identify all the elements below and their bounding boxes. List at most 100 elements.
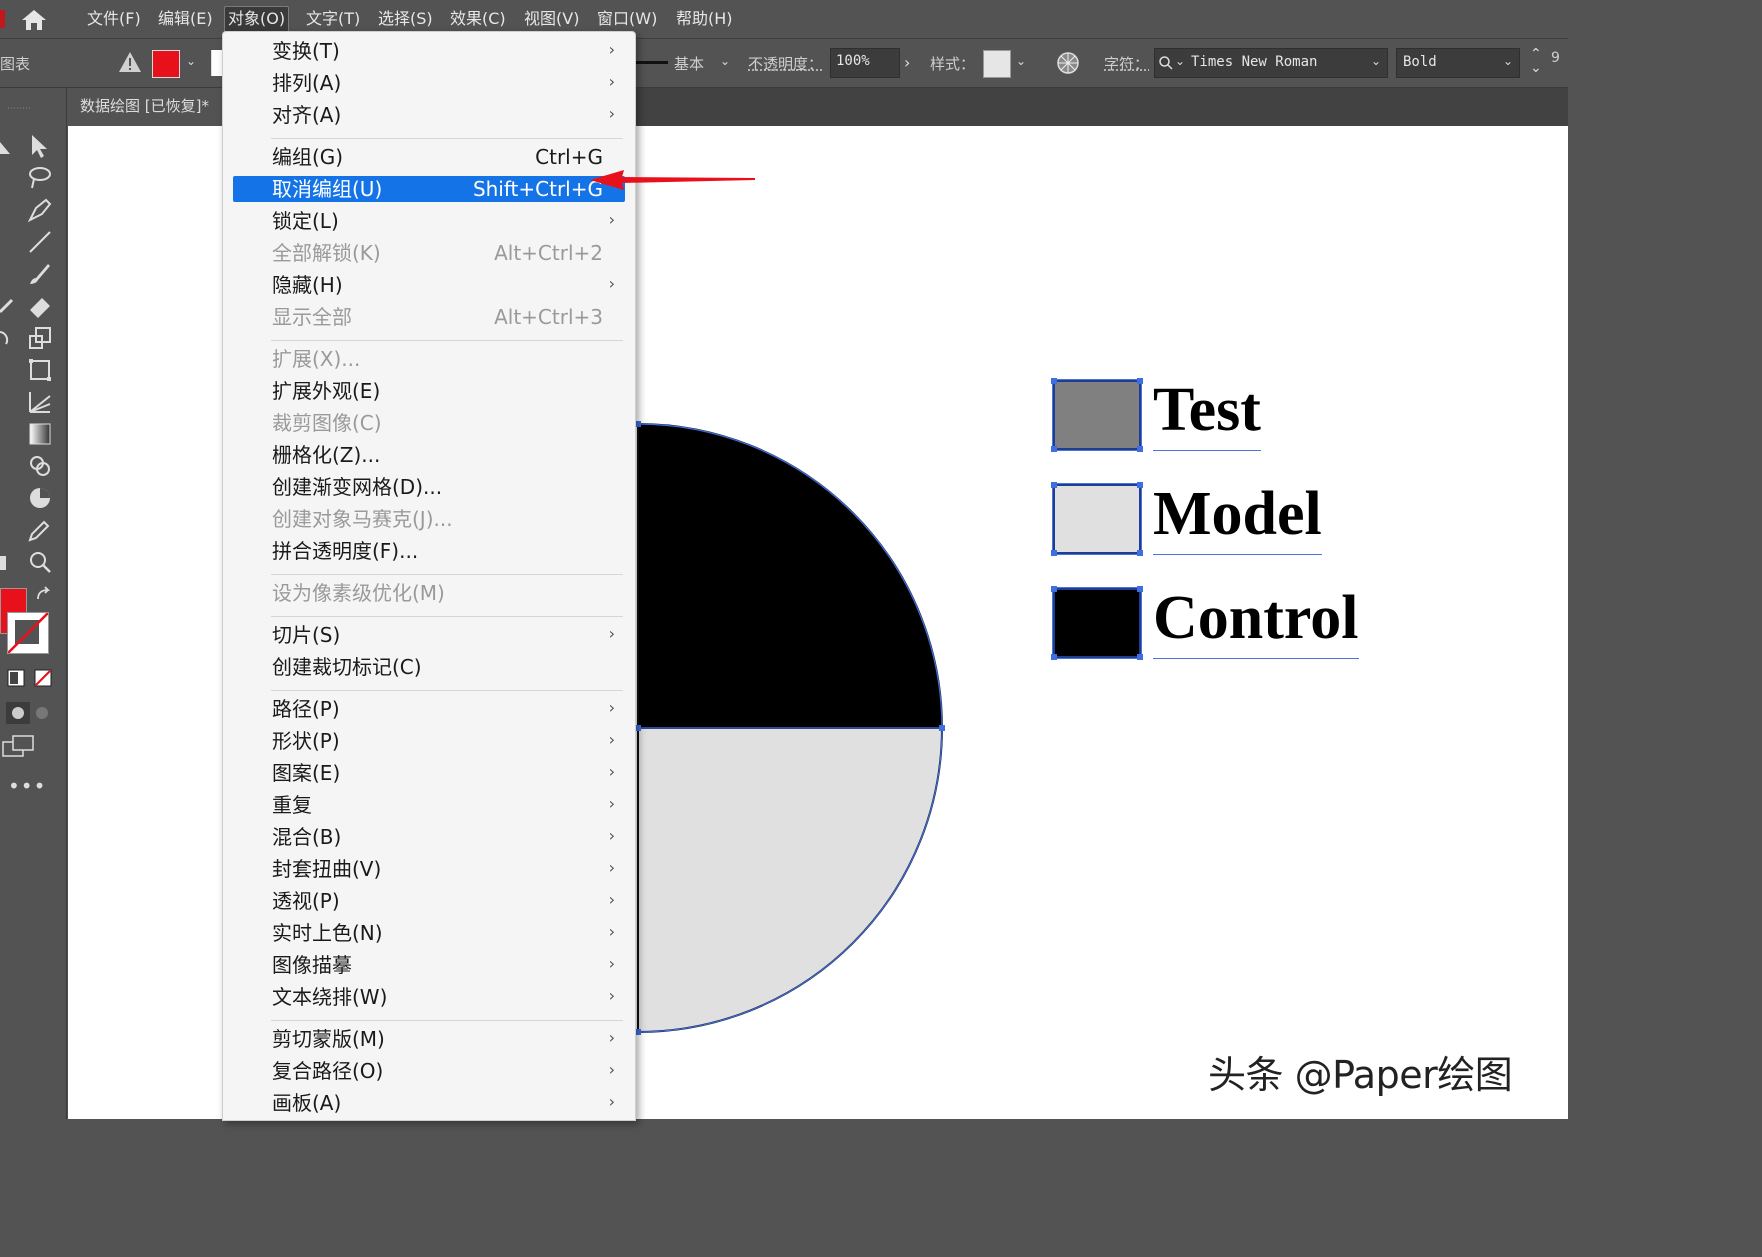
pen-tool-icon[interactable] (26, 196, 54, 224)
menu-help[interactable]: 帮助(H) (673, 6, 736, 31)
stroke-profile-dropdown-icon[interactable]: ⌄ (720, 54, 730, 68)
pie-slice-model[interactable] (637, 727, 944, 1034)
pencil-tool-icon[interactable] (0, 292, 28, 320)
menu-item[interactable]: 取消编组(U) Shift+Ctrl+G (233, 176, 625, 202)
menu-file[interactable]: 文件(F) (84, 6, 144, 31)
menu-item[interactable]: 变换(T) › (233, 38, 625, 64)
menu-item-label: 切片(S) (272, 623, 341, 647)
menu-item[interactable]: 栅格化(Z)... (233, 442, 625, 468)
pie-slice-control[interactable] (637, 422, 944, 729)
font-family-field[interactable]: ⌄ Times New Roman ⌄ (1154, 48, 1388, 78)
zoom-tool-icon[interactable] (26, 548, 54, 576)
menu-item[interactable]: 锁定(L) › (233, 208, 625, 234)
menu-item-label: 画板(A) (272, 1091, 342, 1115)
stroke-color-box[interactable] (7, 612, 49, 654)
menu-item[interactable]: 混合(B) › (233, 824, 625, 850)
hand-tool-icon[interactable] (0, 548, 28, 576)
submenu-chevron-icon: › (608, 890, 615, 909)
menu-type[interactable]: 文字(T) (303, 6, 363, 31)
menu-select[interactable]: 选择(S) (375, 6, 436, 31)
font-style-dropdown-icon[interactable]: ⌄ (1503, 54, 1513, 68)
home-icon[interactable] (20, 8, 48, 32)
legend-item-test[interactable]: Test (1051, 376, 1453, 452)
font-family-dropdown-icon[interactable]: ⌄ (1371, 54, 1381, 68)
menu-item[interactable]: 创建渐变网格(D)... (233, 474, 625, 500)
shape-builder-tool-icon[interactable] (26, 452, 54, 480)
menu-item[interactable]: 对齐(A) › (233, 102, 625, 128)
scale-tool-icon[interactable] (26, 324, 54, 352)
eyedropper-tool-icon[interactable] (26, 516, 54, 544)
menu-window[interactable]: 窗口(W) (594, 6, 660, 31)
legend-swatch-model[interactable] (1051, 482, 1143, 556)
stroke-profile-label[interactable]: 基本 (674, 53, 704, 74)
opacity-value: 100% (836, 53, 870, 69)
legend-label-control[interactable]: Control (1153, 578, 1359, 659)
more-tools-icon[interactable]: ••• (8, 774, 46, 798)
menu-item[interactable]: 创建裁切标记(C) (233, 654, 625, 680)
menu-item[interactable]: 扩展外观(E) (233, 378, 625, 404)
character-label[interactable]: 字符： (1104, 53, 1149, 74)
legend-item-control[interactable]: Control (1051, 584, 1453, 660)
menu-item[interactable]: 图案(E) › (233, 760, 625, 786)
warning-icon[interactable] (118, 51, 142, 73)
stroke-color-swatch[interactable] (211, 50, 222, 76)
pie-graph-tool-icon[interactable] (26, 484, 54, 512)
menu-item[interactable]: 复合路径(O) › (233, 1058, 625, 1084)
perspective-grid-tool-icon[interactable] (26, 388, 54, 416)
menu-item[interactable]: 路径(P) › (233, 696, 625, 722)
opacity-label[interactable]: 不透明度： (748, 53, 823, 74)
line-tool-icon[interactable] (26, 228, 54, 256)
lasso-tool-icon[interactable] (26, 164, 54, 192)
gradient-mode-icon[interactable] (6, 668, 26, 688)
menu-item[interactable]: 形状(P) › (233, 728, 625, 754)
menu-item[interactable]: 排列(A) › (233, 70, 625, 96)
menu-item[interactable]: 实时上色(N) › (233, 920, 625, 946)
menu-item-label: 对齐(A) (272, 103, 342, 127)
menu-item[interactable]: 隐藏(H) › (233, 272, 625, 298)
style-swatch[interactable] (983, 50, 1011, 78)
fill-color-swatch[interactable] (152, 50, 180, 78)
font-size-stepper[interactable]: ⌃ ⌄ (1530, 47, 1542, 75)
opacity-expand-icon[interactable]: › (904, 53, 910, 72)
selection-tool-icon[interactable] (0, 132, 28, 160)
eraser-tool-icon[interactable] (26, 292, 54, 320)
free-transform-tool-icon[interactable] (26, 356, 54, 384)
menu-item[interactable]: 拼合透明度(F)... (233, 538, 625, 564)
direct-selection-tool-icon[interactable] (26, 132, 54, 160)
style-dropdown-icon[interactable]: ⌄ (1016, 54, 1026, 68)
recolor-artwork-icon[interactable] (1056, 51, 1080, 75)
menu-object[interactable]: 对象(O) (224, 6, 290, 33)
menu-item[interactable]: 剪切蒙版(M) › (233, 1026, 625, 1052)
draw-mode-icon[interactable] (6, 702, 54, 724)
menu-item[interactable]: 编组(G) Ctrl+G (233, 144, 625, 170)
legend-item-model[interactable]: Model (1051, 480, 1453, 556)
opacity-field[interactable]: 100% (830, 48, 900, 78)
font-style-field[interactable]: Bold ⌄ (1396, 48, 1520, 78)
document-tab[interactable]: 数据绘图 [已恢复]* (68, 88, 228, 126)
menu-item[interactable]: 画板(A) › (233, 1090, 625, 1116)
menu-item[interactable]: 文本绕排(W) › (233, 984, 625, 1010)
menu-effect[interactable]: 效果(C) (447, 6, 509, 31)
menu-item[interactable]: 重复 › (233, 792, 625, 818)
font-search-dropdown-icon[interactable]: ⌄ (1175, 54, 1185, 68)
none-mode-icon[interactable] (33, 668, 53, 688)
menu-item[interactable]: 封套扭曲(V) › (233, 856, 625, 882)
menu-item: 裁剪图像(C) (233, 410, 625, 436)
screen-mode-icon[interactable] (2, 734, 36, 758)
panel-grip-icon[interactable] (4, 98, 64, 118)
menu-edit[interactable]: 编辑(E) (155, 6, 216, 31)
font-size-value[interactable]: 9 (1551, 50, 1560, 66)
legend-label-model[interactable]: Model (1153, 474, 1322, 555)
legend-label-test[interactable]: Test (1153, 370, 1261, 451)
gradient-tool-icon[interactable] (26, 420, 54, 448)
legend-swatch-control[interactable] (1051, 586, 1143, 660)
menu-item[interactable]: 透视(P) › (233, 888, 625, 914)
swap-fill-stroke-icon[interactable] (34, 585, 54, 605)
menu-item[interactable]: 切片(S) › (233, 622, 625, 648)
paintbrush-tool-icon[interactable] (26, 260, 54, 288)
rotate-tool-icon[interactable] (0, 324, 28, 352)
legend-swatch-test[interactable] (1051, 378, 1143, 452)
fill-dropdown-icon[interactable]: ⌄ (186, 54, 196, 68)
menu-item[interactable]: 图像描摹 › (233, 952, 625, 978)
menu-view[interactable]: 视图(V) (521, 6, 582, 31)
